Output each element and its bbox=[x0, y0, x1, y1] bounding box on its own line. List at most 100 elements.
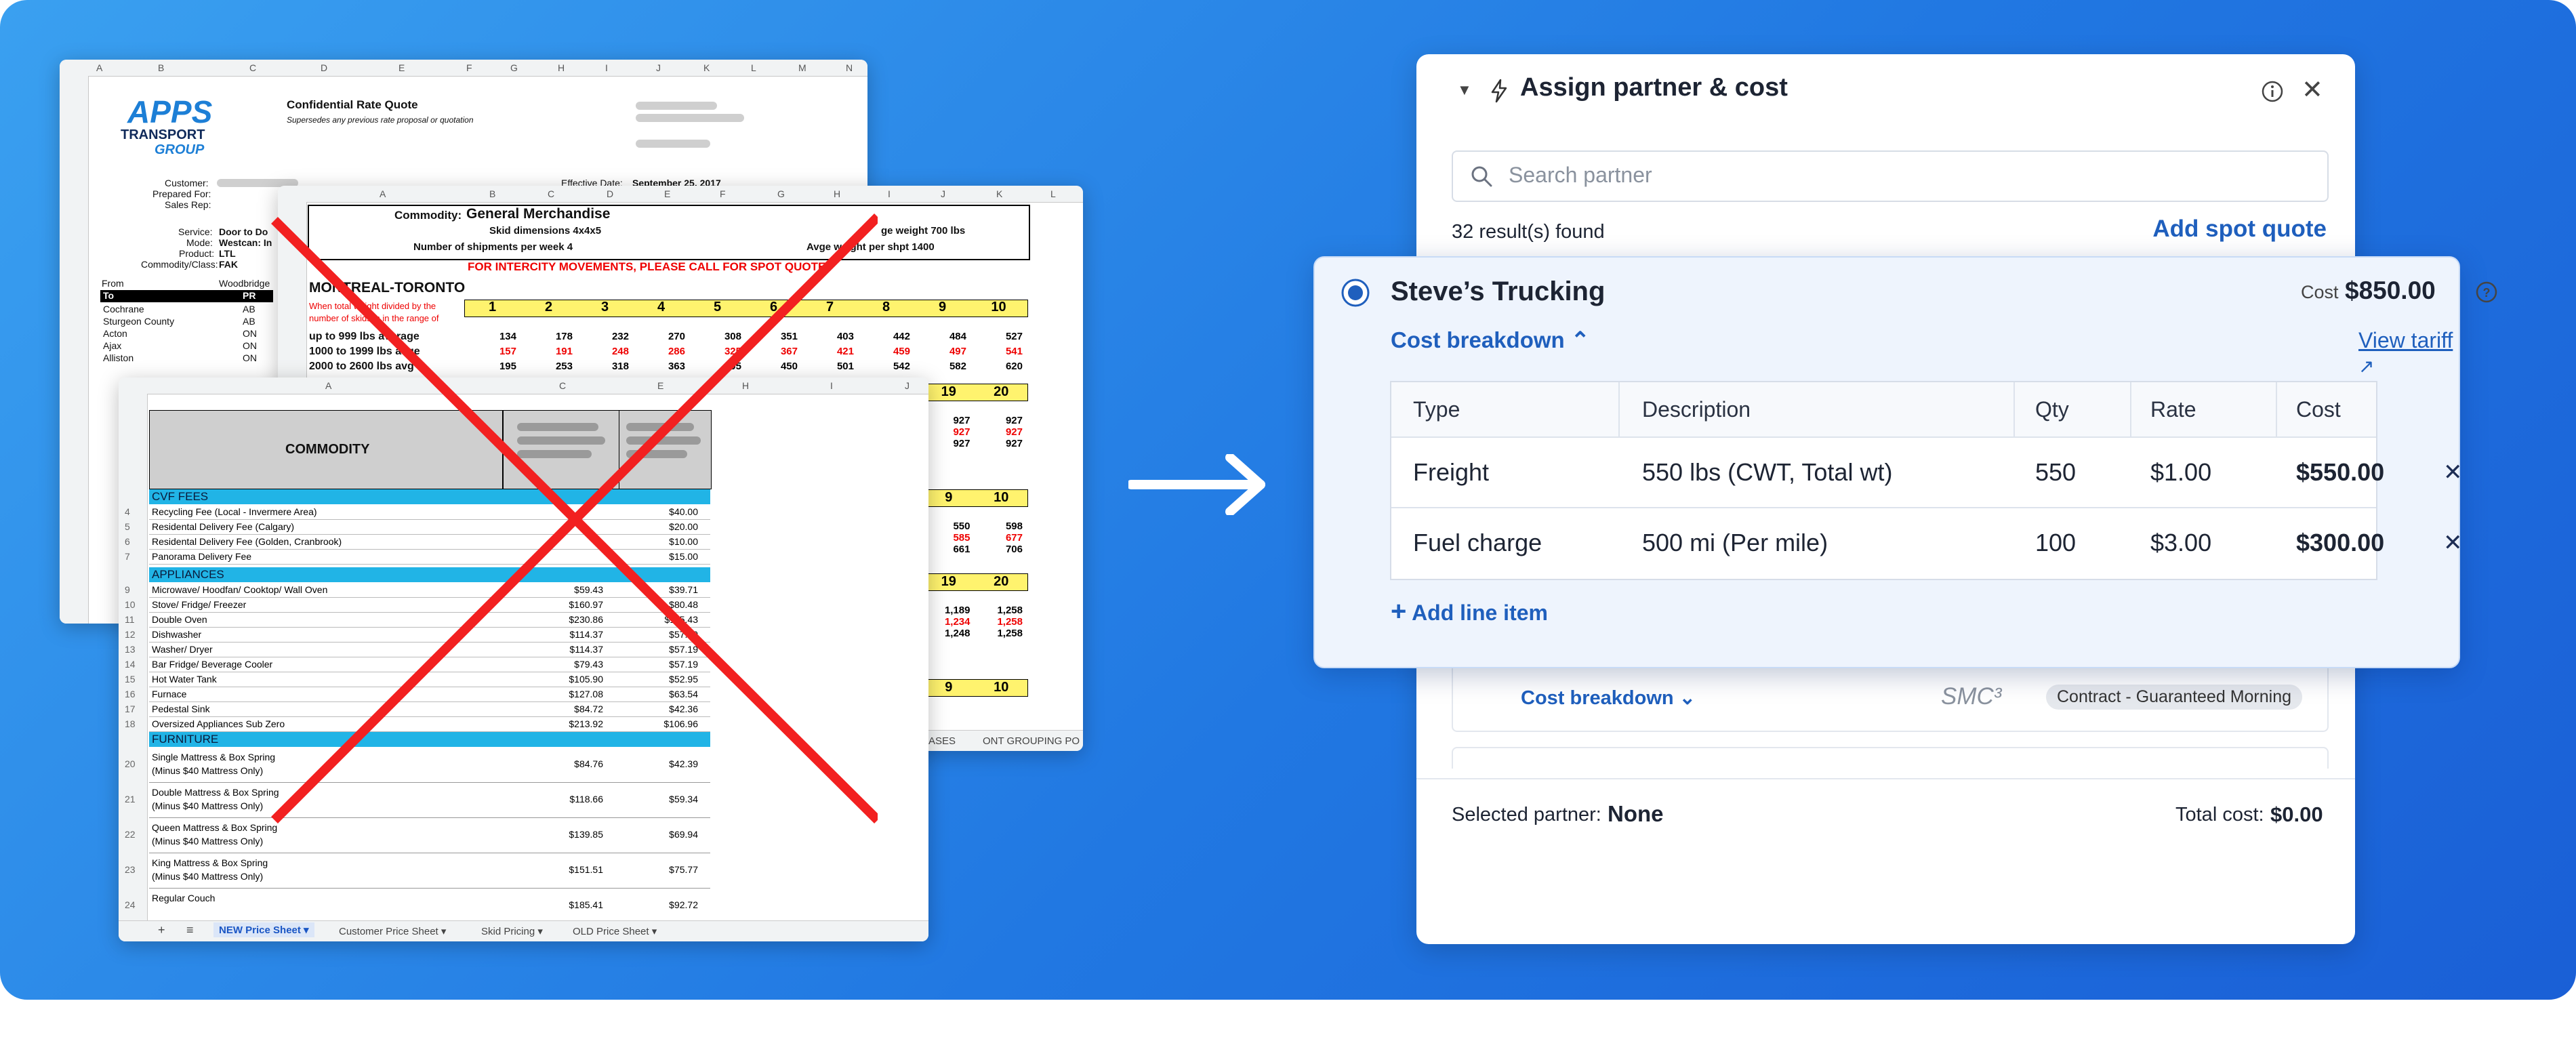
prov-2: AB bbox=[243, 316, 255, 327]
close-icon[interactable]: ✕ bbox=[2302, 75, 2323, 105]
logo-word-3: GROUP bbox=[155, 142, 205, 157]
item-name: Regular Couch bbox=[152, 893, 216, 903]
col-J: J bbox=[656, 62, 661, 73]
cost-breakdown-label: Cost breakdown bbox=[1391, 327, 1565, 352]
red-cross-icon bbox=[271, 213, 878, 823]
rate-cell: 1,258 bbox=[997, 628, 1023, 639]
tab-new-price-sheet[interactable]: NEW Price Sheet ▾ bbox=[213, 922, 314, 937]
col-I: I bbox=[605, 62, 608, 73]
collapse-caret-icon[interactable]: ▼ bbox=[1457, 81, 1472, 99]
col-I: I bbox=[888, 188, 891, 199]
col-E: E bbox=[664, 188, 671, 199]
partner-card-selected[interactable]: Steve’s Trucking Cost $850.00 ? Cost bre… bbox=[1313, 256, 2497, 668]
label-sales-rep: Sales Rep: bbox=[165, 199, 211, 210]
col-E: E bbox=[398, 62, 405, 73]
row-number: 16 bbox=[125, 689, 136, 699]
rate-cell: 927 bbox=[1005, 415, 1023, 426]
prov-1: AB bbox=[243, 304, 255, 314]
cost-table: Type Description Qty Rate Cost Freight 5… bbox=[1390, 381, 2463, 580]
tab-label: Skid Pricing bbox=[481, 926, 535, 937]
section-appliances-text: APPLIANCES bbox=[152, 568, 224, 581]
rate-cell: 1,248 bbox=[944, 628, 970, 639]
rate-cell: 550 bbox=[953, 521, 970, 532]
row-number: 4 bbox=[125, 506, 130, 517]
label-product: Product: bbox=[179, 248, 215, 259]
view-tariff-label: View tariff bbox=[2358, 328, 2453, 352]
col-F: F bbox=[466, 62, 472, 73]
all-sheets-icon[interactable]: ≡ bbox=[186, 923, 194, 937]
item-name: Hot Water Tank bbox=[152, 674, 217, 685]
right-head: 20 bbox=[994, 384, 1009, 399]
external-link-icon: ↗ bbox=[2358, 356, 2375, 377]
col-D: D bbox=[607, 188, 614, 199]
partner-row-3[interactable] bbox=[1452, 747, 2329, 769]
city-5: Alliston bbox=[103, 352, 134, 363]
right-band-3: 19 20 bbox=[922, 573, 1028, 591]
divider bbox=[1416, 778, 2355, 779]
table-header: Type Description Qty Rate Cost bbox=[1391, 382, 2376, 438]
item-name: Bar Fridge/ Beverage Cooler bbox=[152, 659, 273, 670]
value-mode: Westcan: In bbox=[219, 237, 272, 248]
header-type: Type bbox=[1413, 397, 1460, 422]
cost-label: Cost bbox=[2301, 282, 2339, 302]
add-line-item-button[interactable]: + Add line item bbox=[1391, 596, 1548, 627]
add-sheet-icon[interactable]: + bbox=[158, 923, 165, 937]
logo: APPS TRANSPORT GROUP bbox=[121, 94, 229, 161]
radio-selected-icon[interactable] bbox=[1341, 278, 1370, 308]
search-input[interactable]: Search partner bbox=[1452, 150, 2329, 202]
cost-value: $850.00 bbox=[2345, 277, 2436, 304]
remove-row-icon[interactable]: ✕ bbox=[2443, 438, 2463, 507]
row-number: 21 bbox=[125, 794, 136, 804]
row-number: 6 bbox=[125, 536, 130, 547]
cost-breakdown-toggle[interactable]: Cost breakdown ⌄ bbox=[1521, 686, 1696, 710]
item-name: Dishwasher bbox=[152, 629, 202, 640]
row-number: 14 bbox=[125, 659, 136, 670]
col-J: J bbox=[941, 188, 945, 199]
row-number: 13 bbox=[125, 644, 136, 655]
panel-title: Assign partner & cost bbox=[1520, 73, 1788, 102]
view-tariff-link[interactable]: View tariff ↗ bbox=[2358, 328, 2459, 378]
row-rate: $3.00 bbox=[2150, 529, 2212, 556]
row-type: Fuel charge bbox=[1413, 529, 1542, 556]
help-icon[interactable]: ? bbox=[2475, 281, 2498, 304]
item-note: (Minus $40 Mattress Only) bbox=[152, 871, 264, 882]
item-price-c: $139.85 bbox=[569, 829, 603, 840]
tab-ont-grouping[interactable]: ONT GROUPING PO bbox=[983, 735, 1080, 747]
add-spot-quote-link[interactable]: Add spot quote bbox=[2152, 216, 2327, 243]
skid-9: 9 bbox=[938, 300, 947, 314]
right-band-4: 9 10 bbox=[922, 679, 1028, 697]
tab-label: NEW Price Sheet bbox=[219, 924, 301, 936]
value-commodity: FAK bbox=[219, 259, 238, 270]
city-3: Acton bbox=[103, 328, 127, 339]
table-row: Freight 550 lbs (CWT, Total wt) 550 $1.0… bbox=[1391, 438, 2463, 508]
label-service: Service: bbox=[178, 226, 213, 237]
col-K: K bbox=[703, 62, 710, 73]
total-cost-label: Total cost: bbox=[2175, 804, 2264, 826]
section-furniture-text: FURNITURE bbox=[152, 733, 219, 746]
rate-cell: 582 bbox=[949, 361, 966, 372]
right-band-1: 19 20 bbox=[922, 384, 1028, 401]
rate-cell: 541 bbox=[1005, 346, 1023, 357]
remove-row-icon[interactable]: ✕ bbox=[2443, 508, 2463, 577]
row-number: 12 bbox=[125, 629, 136, 640]
col-H: H bbox=[834, 188, 841, 199]
cost-breakdown-toggle[interactable]: Cost breakdown ⌃ bbox=[1391, 327, 1590, 353]
tab-old-price-sheet[interactable]: OLD Price Sheet ▾ bbox=[573, 925, 657, 937]
col-L: L bbox=[751, 62, 756, 73]
selected-partner-value: None bbox=[1608, 801, 1664, 826]
tab-ases[interactable]: ASES bbox=[928, 735, 956, 747]
value-service: Door to Do bbox=[219, 226, 268, 237]
item-name: Washer/ Dryer bbox=[152, 644, 213, 655]
col-B: B bbox=[489, 188, 496, 199]
info-icon[interactable] bbox=[2261, 80, 2284, 103]
table-row: 23 King Mattress & Box Spring (Minus $40 M… bbox=[125, 853, 710, 889]
right-head: 20 bbox=[994, 574, 1009, 589]
sheet-tabs: + ≡ NEW Price Sheet ▾ Customer Price She… bbox=[119, 920, 928, 941]
tab-customer-price-sheet[interactable]: Customer Price Sheet ▾ bbox=[339, 925, 446, 937]
item-note: (Minus $40 Mattress Only) bbox=[152, 800, 264, 811]
rate-cell: 927 bbox=[1005, 426, 1023, 438]
tab-skid-pricing[interactable]: Skid Pricing ▾ bbox=[481, 925, 543, 937]
rate-cell: 497 bbox=[949, 346, 966, 357]
row-number: 22 bbox=[125, 829, 136, 840]
item-price-e: $75.77 bbox=[669, 864, 698, 875]
